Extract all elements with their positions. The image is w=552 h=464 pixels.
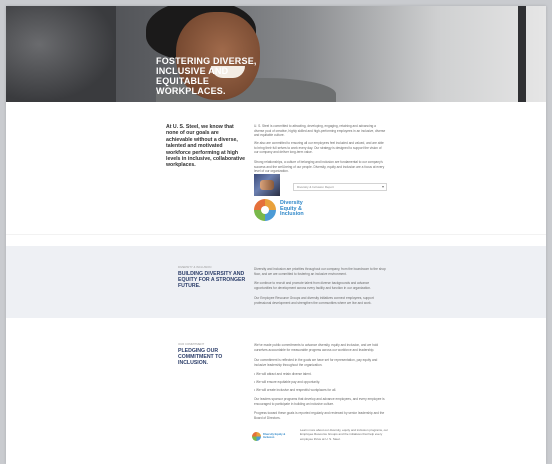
report-thumbnail[interactable] [254,174,280,196]
report-select-label: Diversity & Inclusion Report [297,185,334,189]
section2-paragraph-3: Our Employee Resource Groups and diversi… [254,296,374,305]
page: FOSTERING DIVERSE, INCLUSIVE AND EQUITAB… [6,6,546,464]
section3-paragraph-1: We've made public commitments to advance… [254,343,379,352]
section1-paragraph-2: We also are committed to ensuring all ou… [254,141,384,155]
section3-paragraph-4: Progress toward these goals is reported … [254,411,385,420]
section3-kicker: OUR COMMITMENT [178,342,205,346]
section1-lead: At U. S. Steel, we know that none of our… [166,124,246,169]
section1-paragraph-1: U. S. Steel is committed to attracting, … [254,124,386,138]
section3-bullet-1: • We will attract and retain diverse tal… [254,372,312,376]
dei-logo-text: Diversity Equity & Inclusion [280,200,304,218]
report-select[interactable]: Diversity & Inclusion Report ▾ [293,183,387,191]
section3-bullet-3: • We will create inclusive and respectfu… [254,388,337,392]
section2-kicker: DIVERSITY & INCLUSION [178,265,212,269]
section2-title: BUILDING DIVERSITY AND EQUITY FOR A STRO… [178,271,246,289]
hero-background-blur [6,6,116,102]
section-divider [6,234,546,235]
hero-window-frame [518,6,526,102]
section3-callout: Learn more about our diversity, equity a… [300,428,388,441]
dei-logo-icon [254,199,276,221]
small-dei-logo-text: Diversity Equity & Inclusion [263,433,286,439]
section2-paragraph-1: Diversity and inclusion are priorities t… [254,267,386,276]
section2-paragraph-2: We continue to recruit and promote talen… [254,281,371,290]
section1-paragraph-3: Strong relationships, a culture of belon… [254,160,385,174]
hero-banner: FOSTERING DIVERSE, INCLUSIVE AND EQUITAB… [6,6,546,102]
section3-title: PLEDGING OUR COMMITMENT TO INCLUSION. [178,348,223,366]
section3-bullet-2: • We will ensure equitable pay and oppor… [254,380,321,384]
section3-paragraph-2: Our commitment is reflected in the goals… [254,358,378,367]
section3-paragraph-3: Our leaders sponsor programs that develo… [254,397,385,406]
chevron-down-icon: ▾ [381,184,384,189]
hero-title: FOSTERING DIVERSE, INCLUSIVE AND EQUITAB… [156,56,257,96]
small-dei-logo-icon [252,432,261,441]
